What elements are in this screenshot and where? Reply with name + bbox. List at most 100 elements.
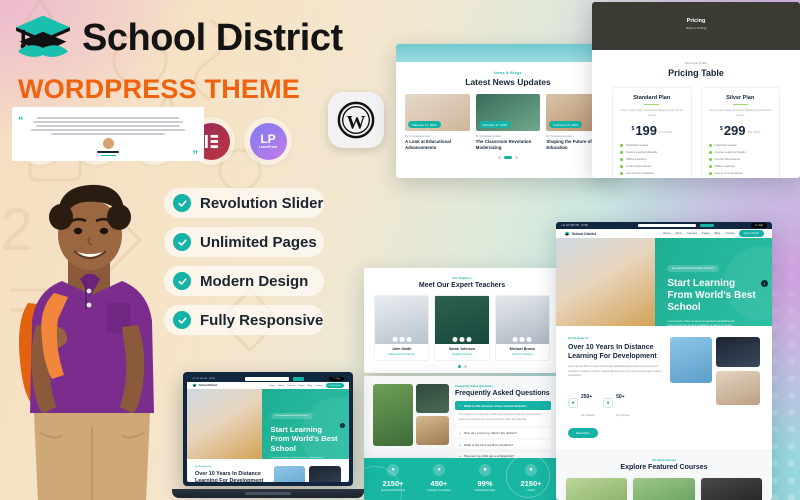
site-preview-browser[interactable]: +44 123 456 789 - 0(478) 0 - Cart School…: [556, 222, 772, 500]
cart-button[interactable]: 0 - Cart: [329, 377, 344, 381]
pricing-preview-panel[interactable]: Pricing Home // Pricing Choose Plan Pric…: [592, 2, 800, 178]
teachers-preview-panel[interactable]: Our Teachers Meet Our Expert Teachers Jo…: [364, 268, 560, 373]
teacher-card[interactable]: Sarah Johnson English Teacher: [434, 295, 490, 361]
social-links[interactable]: [452, 337, 472, 342]
hero-photo: [556, 238, 656, 326]
carousel-dot-active[interactable]: [457, 365, 461, 368]
nav-item-blog[interactable]: Blog: [715, 232, 720, 235]
social-links[interactable]: [392, 337, 412, 342]
plan-amount: 299: [723, 123, 746, 139]
search-input[interactable]: [244, 377, 289, 381]
courses-icon: ●: [603, 397, 614, 408]
news-section-title: Latest News Updates: [465, 77, 551, 87]
faq-question-open[interactable]: − What is the mission of our school dist…: [455, 401, 551, 411]
course-card[interactable]: Courses Physical Education 08 Lessons · …: [633, 477, 695, 500]
graduation-cap-book-icon: [16, 15, 70, 57]
stat-value: 2150+: [382, 479, 404, 488]
carousel-next-icon[interactable]: ›: [761, 280, 768, 288]
topbar-phone: +44 123 456 789 - 0(478): [192, 378, 215, 380]
search-button[interactable]: [700, 223, 715, 228]
nav-brand[interactable]: School District: [564, 231, 596, 237]
plugin-badge-learnpress[interactable]: LP LearnPress: [244, 117, 292, 165]
teacher-card[interactable]: John Smith Mathematics Teacher: [374, 295, 430, 361]
faq-preview-panel[interactable]: Frequently Asked Questions Frequently As…: [364, 376, 560, 458]
nav-item-pages[interactable]: Pages: [702, 232, 710, 235]
plan-feature: Offline Learning: [620, 157, 684, 161]
nav-item-contact[interactable]: Contact: [315, 385, 322, 387]
news-card[interactable]: February 17, 2024 By Templatemonster The…: [475, 94, 541, 150]
course-thumbnail: [633, 477, 695, 500]
pricing-card-silver[interactable]: Silver Plan Lorem ipsum dolor sit consec…: [700, 87, 780, 178]
site-courses-section: Our Best Courses Explore Featured Course…: [556, 448, 772, 500]
plan-name: Standard Plan: [633, 95, 671, 101]
course-card[interactable]: Courses Single Choice Questions 12 Lesso…: [700, 477, 762, 500]
pricing-card-standard[interactable]: Standard Plan Lorem ipsum dolor sit cons…: [612, 87, 692, 178]
nav-item-blog[interactable]: Blog: [308, 385, 312, 387]
nav-item-contact[interactable]: Contact: [725, 232, 734, 235]
about-photo: [715, 337, 760, 367]
nav-item-about[interactable]: About: [279, 385, 284, 387]
carousel-dots[interactable]: [396, 156, 620, 160]
learnpress-icon: LP LearnPress: [249, 122, 287, 160]
plan-feature-text: One to One Guidance: [626, 171, 655, 176]
teacher-card[interactable]: Michael Brown Science Teacher: [494, 295, 550, 361]
social-links[interactable]: [512, 337, 532, 342]
about-read-more-button[interactable]: Read More: [568, 427, 598, 438]
nav-cta-button[interactable]: Get In Touch: [739, 230, 764, 237]
carousel-next-icon[interactable]: ›: [340, 422, 345, 428]
faq-question[interactable]: + What is the best credit for students?: [455, 440, 551, 450]
news-eyebrow: News & Blogs: [494, 71, 522, 75]
teacher-photo: [435, 296, 489, 344]
carousel-dot[interactable]: [498, 156, 501, 160]
plan-feature-text: Course Learning Details: [714, 150, 746, 155]
carousel-dot[interactable]: [463, 365, 467, 368]
plan-period: / Per month: [746, 131, 761, 135]
testimonial-author-name: [97, 151, 119, 153]
graduation-cap-book-icon: [564, 231, 570, 236]
testimonial-author-role: [100, 154, 116, 157]
nav-item-courses[interactable]: Courses: [687, 232, 697, 235]
about-stat: ● 250+ Our Students: [568, 385, 595, 421]
course-card[interactable]: Courses Music and Performing Arts 10 Les…: [566, 477, 628, 500]
nav-item-about[interactable]: About: [675, 232, 682, 235]
laptop-trackpad-notch: [245, 492, 291, 495]
stat-caption: Satisfaction Rate: [474, 489, 496, 492]
news-preview-panel[interactable]: News & Blogs Latest News Updates Februar…: [396, 44, 620, 178]
twitter-icon: [519, 337, 525, 342]
topbar-phone: +44 123 456 789 - 0(478): [561, 224, 589, 227]
plus-icon: +: [459, 442, 461, 447]
schoolboy-photo: [19, 184, 154, 500]
nav-menu: Home About Courses Pages Blog Contact Ge…: [663, 230, 764, 237]
nav-item-courses[interactable]: Courses: [287, 385, 295, 387]
faq-question[interactable]: + How do I enroll my child in the distri…: [455, 428, 551, 438]
testimonial-card: “ ”: [12, 107, 204, 161]
site-hero: E-Learning And Education Platform Start …: [556, 238, 772, 326]
book-icon: ●: [433, 464, 445, 476]
laptop-screen[interactable]: +44 123 456 789 - 0(478) 0 - Cart School…: [183, 372, 353, 486]
teacher-name: John Smith: [391, 347, 412, 351]
nav-item-pages[interactable]: Pages: [298, 385, 304, 387]
news-card-title: A Look at Educational Advancements: [405, 139, 451, 150]
carousel-dots[interactable]: [364, 365, 560, 368]
svg-text:W: W: [347, 113, 366, 134]
news-hero-banner: [396, 44, 620, 62]
faq-eyebrow: Frequently Asked Questions: [455, 384, 493, 388]
site-topbar: +44 123 456 789 - 0(478) 0 - Cart: [556, 222, 772, 229]
wordpress-badge[interactable]: W: [328, 92, 384, 148]
plan-feature: Course Discussions: [708, 157, 773, 161]
nav-item-home[interactable]: Home: [663, 232, 670, 235]
carousel-dot-active[interactable]: [504, 156, 512, 160]
search-button[interactable]: [292, 377, 304, 381]
nav-brand[interactable]: School District: [192, 383, 217, 388]
stat-item: ● 450+ Classes Completed: [416, 464, 462, 492]
twitter-icon: [459, 337, 465, 342]
feature-item-fully-responsive: Fully Responsive: [164, 305, 324, 335]
search-input[interactable]: [638, 223, 697, 228]
cart-button[interactable]: 0 - Cart: [751, 223, 767, 228]
news-card[interactable]: February 17, 2024 By Templatemonster A L…: [405, 94, 470, 150]
nav-item-home[interactable]: Home: [270, 385, 276, 387]
nav-cta-button[interactable]: Get In Touch: [325, 383, 344, 388]
carousel-dot[interactable]: [515, 156, 518, 160]
trophy-icon: ●: [525, 464, 537, 476]
teachers-section-title: Meet Our Expert Teachers: [418, 282, 506, 289]
